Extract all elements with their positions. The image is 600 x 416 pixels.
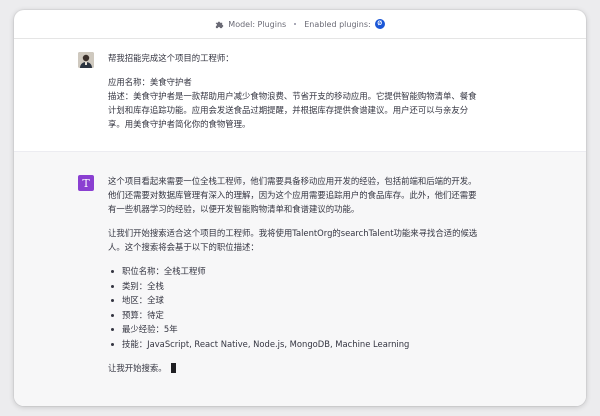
user-message: 帮我招能完成这个项目的工程师： 应用名称：美食守护者 描述：美食守护者是一款帮助… bbox=[14, 39, 586, 151]
list-item: 类别：全栈 bbox=[111, 279, 478, 293]
assistant-message-content: 这个项目看起来需要一位全栈工程师，他们需要具备移动应用开发的经验，包括前端和后端… bbox=[108, 174, 478, 399]
closing-text: 让我开始搜索。 bbox=[108, 362, 167, 373]
list-item: 技能：JavaScript, React Native, Node.js, Mo… bbox=[111, 337, 478, 351]
chat-window: Model: Plugins Enabled plugins: Ø 帮我招能完成… bbox=[14, 10, 586, 406]
typing-cursor bbox=[170, 362, 176, 373]
user-message-content: 帮我招能完成这个项目的工程师： 应用名称：美食守护者 描述：美食守护者是一款帮助… bbox=[108, 51, 478, 131]
app-name-line: 应用名称：美食守护者 bbox=[108, 77, 192, 87]
model-info-bar: Model: Plugins Enabled plugins: Ø bbox=[14, 10, 586, 39]
model-label: Model: Plugins bbox=[228, 19, 287, 29]
list-item: 预算：待定 bbox=[111, 308, 478, 322]
talentorg-plugin-icon[interactable]: Ø bbox=[374, 19, 385, 29]
user-avatar bbox=[78, 52, 94, 68]
job-description-list: 职位名称：全栈工程师 类别：全栈 地区：全球 预算：待定 最少经验：5年 技能：… bbox=[108, 264, 478, 351]
list-item: 职位名称：全栈工程师 bbox=[111, 264, 478, 278]
puzzle-icon bbox=[215, 20, 224, 29]
assistant-paragraph-1: 这个项目看起来需要一位全栈工程师，他们需要具备移动应用开发的经验，包括前端和后端… bbox=[108, 176, 477, 214]
assistant-avatar: T bbox=[78, 175, 94, 191]
assistant-closing-line: 让我开始搜索。 bbox=[108, 361, 478, 375]
list-item: 地区：全球 bbox=[111, 293, 478, 307]
list-item: 最少经验：5年 bbox=[111, 322, 478, 336]
app-description-line: 描述：美食守护者是一款帮助用户减少食物浪费、节省开支的移动应用。它提供智能购物清… bbox=[108, 91, 477, 129]
assistant-paragraph-2: 让我们开始搜索适合这个项目的工程师。我将使用TalentOrg的searchTa… bbox=[108, 228, 478, 252]
separator-dot bbox=[294, 23, 297, 25]
assistant-message: T 这个项目看起来需要一位全栈工程师，他们需要具备移动应用开发的经验，包括前端和… bbox=[14, 151, 586, 406]
enabled-plugins-label: Enabled plugins: bbox=[304, 19, 371, 29]
user-request-line: 帮我招能完成这个项目的工程师： bbox=[108, 53, 234, 63]
